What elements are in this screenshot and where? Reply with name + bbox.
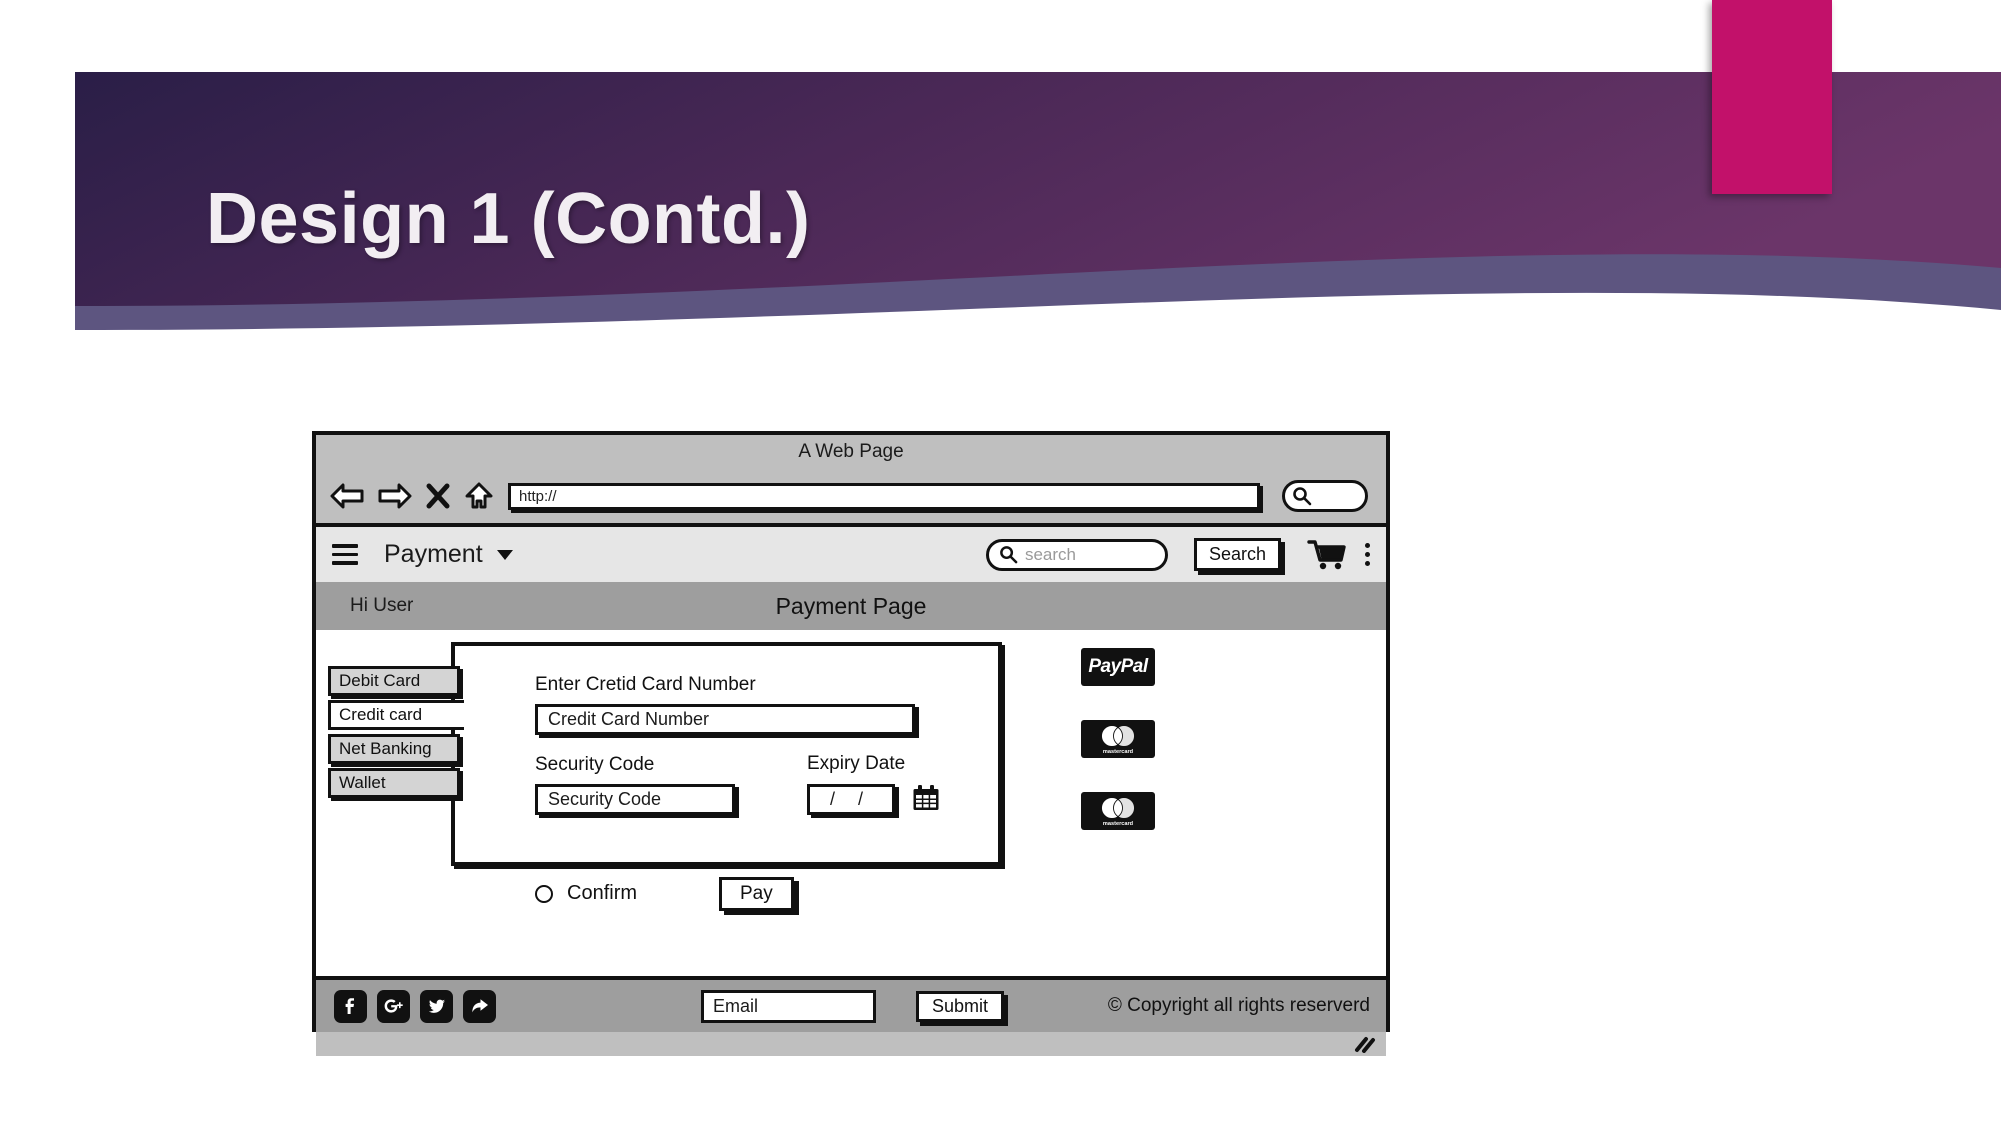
card-number-label: Enter Cretid Card Number [535,674,756,695]
share-icon[interactable] [463,989,496,1023]
stop-x-icon[interactable] [426,483,450,509]
url-text: http:// [519,487,557,505]
form-fields: Enter Cretid Card Number Credit Card Num… [455,646,998,815]
browser-window-title: A Web Page [798,441,904,462]
card-number-placeholder: Credit Card Number [548,709,710,729]
expiry-date-value: / / [829,788,872,809]
expiry-date-label: Expiry Date [807,753,906,774]
security-code-placeholder: Security Code [548,789,662,809]
browser-search-button[interactable] [1282,480,1368,512]
credit-card-form-panel: Enter Cretid Card Number Credit Card Num… [451,642,1002,866]
magnifier-icon [1000,546,1018,564]
sidebar-item-label: Wallet [339,773,386,792]
slide-banner: Design 1 (Contd.) [0,0,2001,400]
svg-text:mastercard: mastercard [1103,749,1134,755]
chevron-down-icon[interactable] [496,549,513,560]
kebab-menu-icon[interactable] [1365,539,1370,570]
google-plus-icon[interactable] [377,989,410,1023]
home-icon[interactable] [464,482,494,510]
browser-titlebar: A Web Page [316,435,1386,469]
payment-brand-logos: PayPal mastercard mastercard [1081,648,1181,864]
card-number-field[interactable]: Credit Card Number [535,704,915,735]
facebook-icon[interactable] [334,989,367,1023]
form-row-security-expiry: Security Code Security Code Expiry Date … [535,753,998,815]
url-input[interactable]: http:// [508,482,1260,510]
paypal-logo[interactable]: PayPal [1081,648,1155,686]
browser-statusbar [316,1032,1386,1056]
sidebar-item-wallet[interactable]: Wallet [328,768,460,798]
hamburger-menu-icon[interactable] [332,539,358,570]
copyright-text: © Copyright all rights reserverd [1107,995,1370,1016]
svg-text:mastercard: mastercard [1103,821,1134,827]
forward-arrow-icon[interactable] [378,483,412,509]
page-footer: Email Submit © Copyright all rights rese… [316,976,1386,1032]
pay-button[interactable]: Pay [719,877,794,911]
confirm-radio[interactable] [535,884,553,903]
sidebar-item-debit-card[interactable]: Debit Card [328,666,460,696]
security-code-field[interactable]: Security Code [535,784,735,815]
sidebar-item-label: Credit card [339,705,423,724]
page-header: Hi User Payment Page [316,582,1386,630]
expiry-date-group: Expiry Date / / [807,753,941,815]
email-placeholder: Email [713,995,759,1016]
confirm-group: Confirm [535,882,637,905]
security-code-group: Security Code Security Code [535,754,745,815]
submit-button[interactable]: Submit [916,990,1005,1022]
sidebar-item-label: Net Banking [339,739,432,758]
search-placeholder: search [1024,544,1076,564]
sidebar-item-label: Debit Card [339,671,421,690]
expiry-date-field[interactable]: / / [807,783,895,815]
magnifier-icon [1293,487,1312,506]
search-button[interactable]: Search [1193,538,1281,571]
paypal-logo-text: PayPal [1088,656,1148,677]
mastercard-logo[interactable]: mastercard [1081,792,1155,830]
back-arrow-icon[interactable] [330,483,364,509]
browser-mockup: A Web Page http:// Payment search Search… [312,431,1390,1056]
page-header-title: Payment Page [775,592,927,619]
security-code-label: Security Code [535,754,655,775]
page-title: Design 1 (Contd.) [206,179,811,259]
twitter-icon[interactable] [420,989,453,1023]
search-input[interactable]: search [985,538,1168,571]
page-content: Debit Card Credit card Net Banking Walle… [316,630,1386,976]
sidebar-item-net-banking[interactable]: Net Banking [328,734,460,764]
browser-toolbar: http:// [316,469,1386,527]
sidebar-item-credit-card[interactable]: Credit card [328,700,464,730]
calendar-icon[interactable] [911,783,941,813]
email-field[interactable]: Email [701,989,876,1023]
brand-label: Payment [384,540,483,568]
resize-grip-icon[interactable] [1351,1035,1377,1053]
shopping-cart-icon[interactable] [1307,539,1347,571]
app-navbar: Payment search Search [316,527,1386,582]
mastercard-logo[interactable]: mastercard [1081,720,1155,758]
confirm-label: Confirm [567,882,638,904]
accent-rectangle [1712,0,1832,194]
payment-method-tabs: Debit Card Credit card Net Banking Walle… [328,666,464,802]
